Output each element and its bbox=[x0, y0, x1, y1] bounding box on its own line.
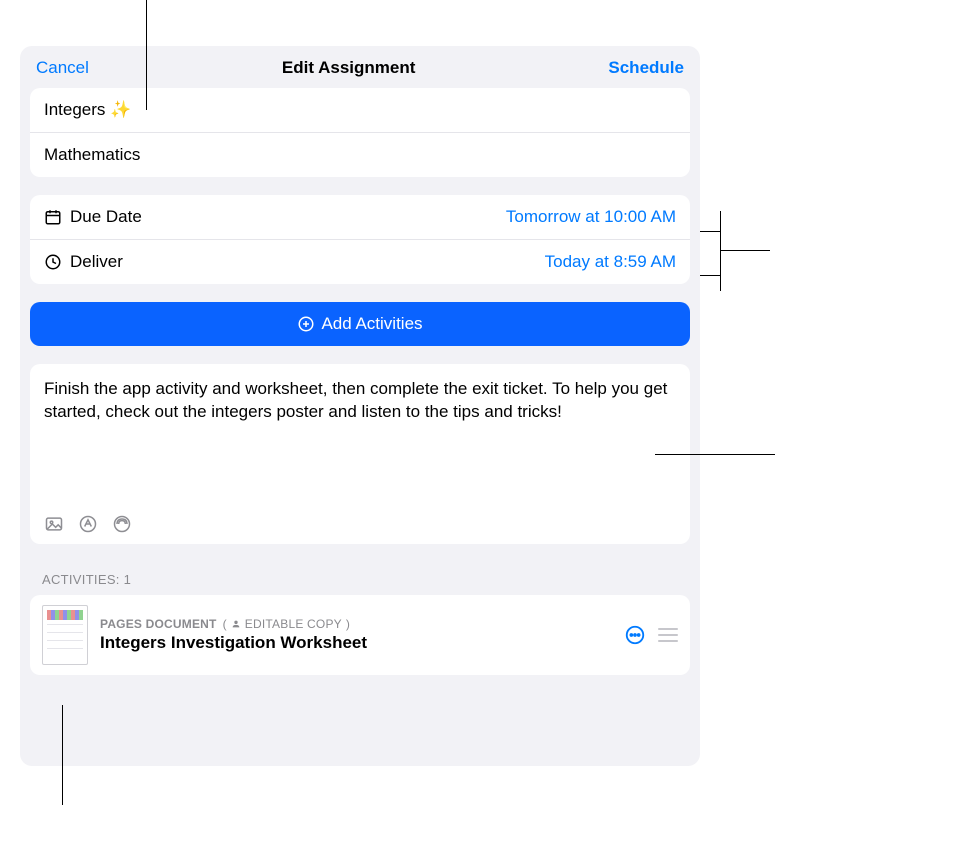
deliver-label: Deliver bbox=[70, 252, 123, 272]
activity-type: PAGES DOCUMENT bbox=[100, 617, 217, 631]
class-field[interactable]: Mathematics bbox=[30, 132, 690, 177]
due-date-row[interactable]: Due Date Tomorrow at 10:00 AM bbox=[30, 195, 690, 239]
deliver-value: Today at 8:59 AM bbox=[545, 252, 676, 272]
assignment-name-value: Integers ✨ bbox=[44, 100, 131, 120]
ellipsis-circle-icon bbox=[624, 624, 646, 646]
add-activities-button[interactable]: Add Activities bbox=[30, 302, 690, 346]
attachment-toolbar bbox=[44, 506, 676, 534]
more-button[interactable] bbox=[624, 624, 646, 646]
cancel-button[interactable]: Cancel bbox=[36, 58, 89, 78]
activities-header: ACTIVITIES: 1 bbox=[42, 572, 678, 587]
activity-row[interactable]: PAGES DOCUMENT ( EDITABLE COPY) Integers… bbox=[30, 595, 690, 675]
deliver-row[interactable]: Deliver Today at 8:59 AM bbox=[30, 239, 690, 284]
clock-icon bbox=[44, 253, 62, 271]
nav-title: Edit Assignment bbox=[282, 58, 416, 78]
activity-info: PAGES DOCUMENT ( EDITABLE COPY) Integers… bbox=[100, 617, 612, 653]
description-text[interactable]: Finish the app activity and worksheet, t… bbox=[44, 378, 676, 506]
callout-line bbox=[720, 211, 721, 291]
description-card: Finish the app activity and worksheet, t… bbox=[30, 364, 690, 544]
person-icon bbox=[231, 619, 241, 629]
assignment-name-field[interactable]: Integers ✨ bbox=[30, 88, 690, 132]
edit-assignment-panel: Cancel Edit Assignment Schedule Integers… bbox=[20, 46, 700, 766]
photo-icon[interactable] bbox=[44, 514, 64, 534]
activity-actions bbox=[624, 624, 678, 646]
drag-handle-icon[interactable] bbox=[658, 628, 678, 642]
add-activities-label: Add Activities bbox=[321, 314, 422, 334]
schedule-button[interactable]: Schedule bbox=[608, 58, 684, 78]
nav-bar: Cancel Edit Assignment Schedule bbox=[20, 46, 700, 88]
activity-badge: ( EDITABLE COPY) bbox=[223, 617, 350, 631]
callout-line bbox=[655, 454, 775, 455]
callout-line bbox=[146, 0, 147, 110]
due-date-value: Tomorrow at 10:00 AM bbox=[506, 207, 676, 227]
callout-line bbox=[700, 275, 720, 276]
title-card: Integers ✨ Mathematics bbox=[30, 88, 690, 177]
plus-circle-icon bbox=[297, 315, 315, 333]
audio-icon[interactable] bbox=[112, 514, 132, 534]
markup-icon[interactable] bbox=[78, 514, 98, 534]
schedule-card: Due Date Tomorrow at 10:00 AM Deliver To… bbox=[30, 195, 690, 284]
activity-title: Integers Investigation Worksheet bbox=[100, 633, 612, 653]
callout-line bbox=[720, 250, 770, 251]
due-date-label: Due Date bbox=[70, 207, 142, 227]
class-value: Mathematics bbox=[44, 145, 140, 165]
activity-thumbnail bbox=[42, 605, 88, 665]
calendar-icon bbox=[44, 208, 62, 226]
callout-line bbox=[62, 705, 63, 805]
callout-line bbox=[700, 231, 720, 232]
